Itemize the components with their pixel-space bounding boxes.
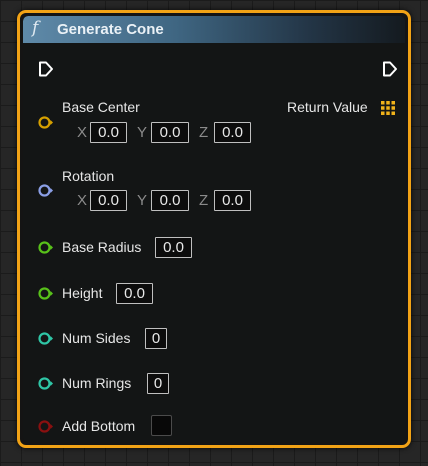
rotation-x-axis-label: X [77,192,88,209]
exec-output-pin-icon[interactable] [382,61,398,77]
add-bottom-label: Add Bottom [62,418,136,434]
function-icon: f [32,18,39,38]
rotation-y-input[interactable]: 0.0 [151,190,189,211]
rotation-z-axis-label: Z [199,192,209,209]
num-rings-input[interactable]: 0 [147,373,169,394]
base-center-y-axis-label: Y [137,124,148,141]
rotation-z-input[interactable]: 0.0 [214,190,251,211]
base-radius-input[interactable]: 0.0 [155,237,192,258]
num-rings-label: Num Rings [62,375,132,391]
base-center-label: Base Center [62,99,140,115]
num-sides-pin-icon[interactable] [38,331,53,346]
rotation-pin-icon[interactable] [38,183,53,198]
base-radius-label: Base Radius [62,239,142,255]
add-bottom-checkbox[interactable] [151,415,172,436]
height-pin-icon[interactable] [38,286,53,301]
rotation-y-axis-label: Y [137,192,148,209]
base-center-z-axis-label: Z [199,124,209,141]
base-center-y-input[interactable]: 0.0 [151,122,189,143]
exec-input-pin-icon[interactable] [38,61,54,77]
add-bottom-pin-icon[interactable] [38,419,53,434]
grid-struct-icon[interactable] [381,101,395,115]
rotation-x-input[interactable]: 0.0 [90,190,127,211]
height-label: Height [62,285,103,301]
base-radius-pin-icon[interactable] [38,240,53,255]
blueprint-node[interactable]: f Generate Cone Base Center X 0.0 Y 0.0 … [17,10,411,448]
base-center-x-input[interactable]: 0.0 [90,122,127,143]
base-center-z-input[interactable]: 0.0 [214,122,251,143]
num-sides-label: Num Sides [62,330,131,346]
num-rings-pin-icon[interactable] [38,376,53,391]
node-title: Generate Cone [57,21,164,38]
height-input[interactable]: 0.0 [116,283,153,304]
num-sides-input[interactable]: 0 [145,328,167,349]
return-value-label: Return Value [287,99,368,115]
base-center-pin-icon[interactable] [38,115,53,130]
rotation-label: Rotation [62,168,115,184]
node-header[interactable]: f Generate Cone [23,16,405,43]
base-center-x-axis-label: X [77,124,88,141]
